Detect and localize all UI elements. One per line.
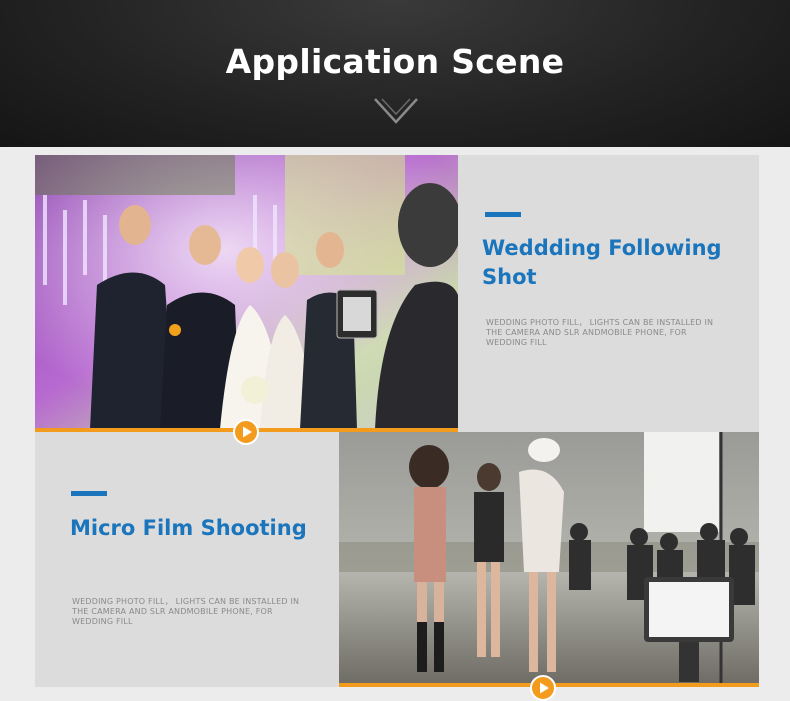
page-title: Application Scene (225, 42, 565, 81)
section-description: WEDDING PHOTO FILL， LIGHTS CAN BE INSTAL… (72, 597, 300, 626)
header-banner: Application Scene (0, 0, 790, 147)
play-icon[interactable] (530, 675, 556, 701)
section-heading: Micro Film Shooting (70, 516, 307, 540)
chevron-down-icon (374, 98, 418, 124)
film-shoot-photo (339, 432, 759, 687)
section-description: WEDDING PHOTO FILL， LIGHTS CAN BE INSTAL… (486, 318, 714, 347)
wedding-photo (35, 155, 458, 429)
play-icon[interactable] (233, 419, 259, 445)
accent-bar (485, 212, 521, 217)
section-heading: Weddding Following Shot (482, 236, 722, 289)
accent-bar (71, 491, 107, 496)
